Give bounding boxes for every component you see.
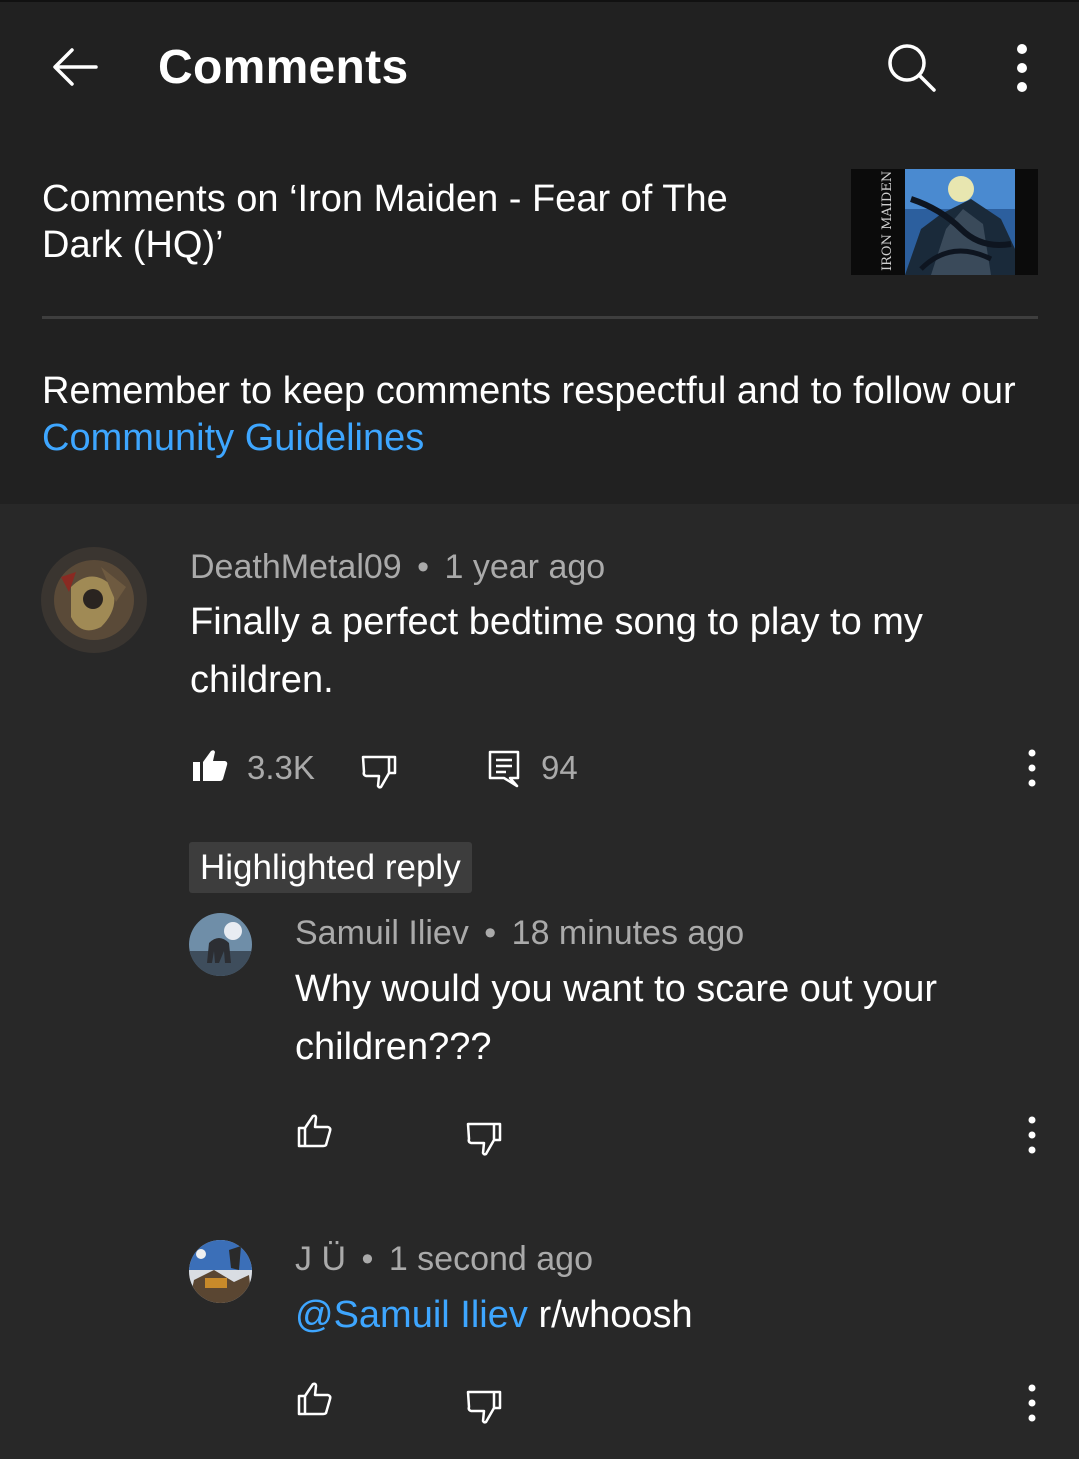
thumb-down-outline-icon[interactable] [466,1122,502,1156]
search-icon[interactable] [884,40,938,94]
reply-time: 1 second ago [388,1240,593,1278]
comment-reply-icon[interactable] [488,750,520,788]
reply-time: 18 minutes ago [511,914,745,952]
reply-meta: J Ü • 1 second ago [295,1240,593,1279]
reply-author[interactable]: Samuil Iliev [295,914,469,952]
thumbnail-logo-text: IRON MAIDEN [880,171,895,271]
more-vert-icon[interactable] [1022,1115,1042,1155]
avatar[interactable] [189,1240,252,1303]
mention-link[interactable]: @Samuil Iliev [295,1294,528,1336]
divider [42,316,1038,319]
reply-author[interactable]: J Ü [295,1240,346,1278]
meta-separator: • [484,914,497,952]
comment-author[interactable]: DeathMetal09 [190,548,402,586]
more-vert-icon[interactable] [1022,748,1042,788]
album-art-image: IRON MAIDEN [851,169,1038,275]
reply-text: Why would you want to scare out your chi… [295,968,938,1068]
thumb-down-outline-icon[interactable] [466,1390,502,1424]
avatar-image [189,1240,252,1303]
highlighted-reply-badge: Highlighted reply [189,842,472,893]
thumb-up-outline-icon[interactable] [297,1382,333,1416]
video-thumbnail[interactable]: IRON MAIDEN [851,169,1038,275]
avatar-image [189,913,252,976]
avatar[interactable] [41,547,147,653]
video-comments-title: Comments on ‘Iron Maiden - Fear of The D… [42,178,728,266]
thumb-down-outline-icon[interactable] [361,755,397,789]
thumb-up-filled-icon[interactable] [192,748,228,782]
guidelines-notice: Remember to keep comments respectful and… [42,368,1042,462]
reply-text: r/whoosh [538,1294,693,1336]
more-vert-icon[interactable] [1008,42,1036,94]
reply-text-line: @Samuil Iliev r/whoosh [295,1286,1035,1344]
avatar[interactable] [189,913,252,976]
meta-separator: • [417,548,430,586]
reply-meta: Samuil Iliev • 18 minutes ago [295,914,744,953]
page-title: Comments [158,41,409,94]
guidelines-text: Remember to keep comments respectful and… [42,370,1016,412]
more-vert-icon[interactable] [1022,1383,1042,1423]
community-guidelines-link[interactable]: Community Guidelines [42,417,424,459]
comment-meta: DeathMetal09 • 1 year ago [190,548,605,587]
video-header: Comments on ‘Iron Maiden - Fear of The D… [0,128,1079,504]
meta-separator: • [361,1240,374,1278]
thumb-up-outline-icon[interactable] [297,1114,333,1148]
reply-count[interactable]: 94 [541,749,578,787]
like-count: 3.3K [247,749,315,786]
top-app-bar: Comments [0,0,1079,128]
comment-text: Finally a perfect bedtime song to play t… [190,601,923,701]
arrow-left-icon[interactable] [48,40,102,94]
avatar-image [41,547,147,653]
comment-time: 1 year ago [444,548,606,586]
